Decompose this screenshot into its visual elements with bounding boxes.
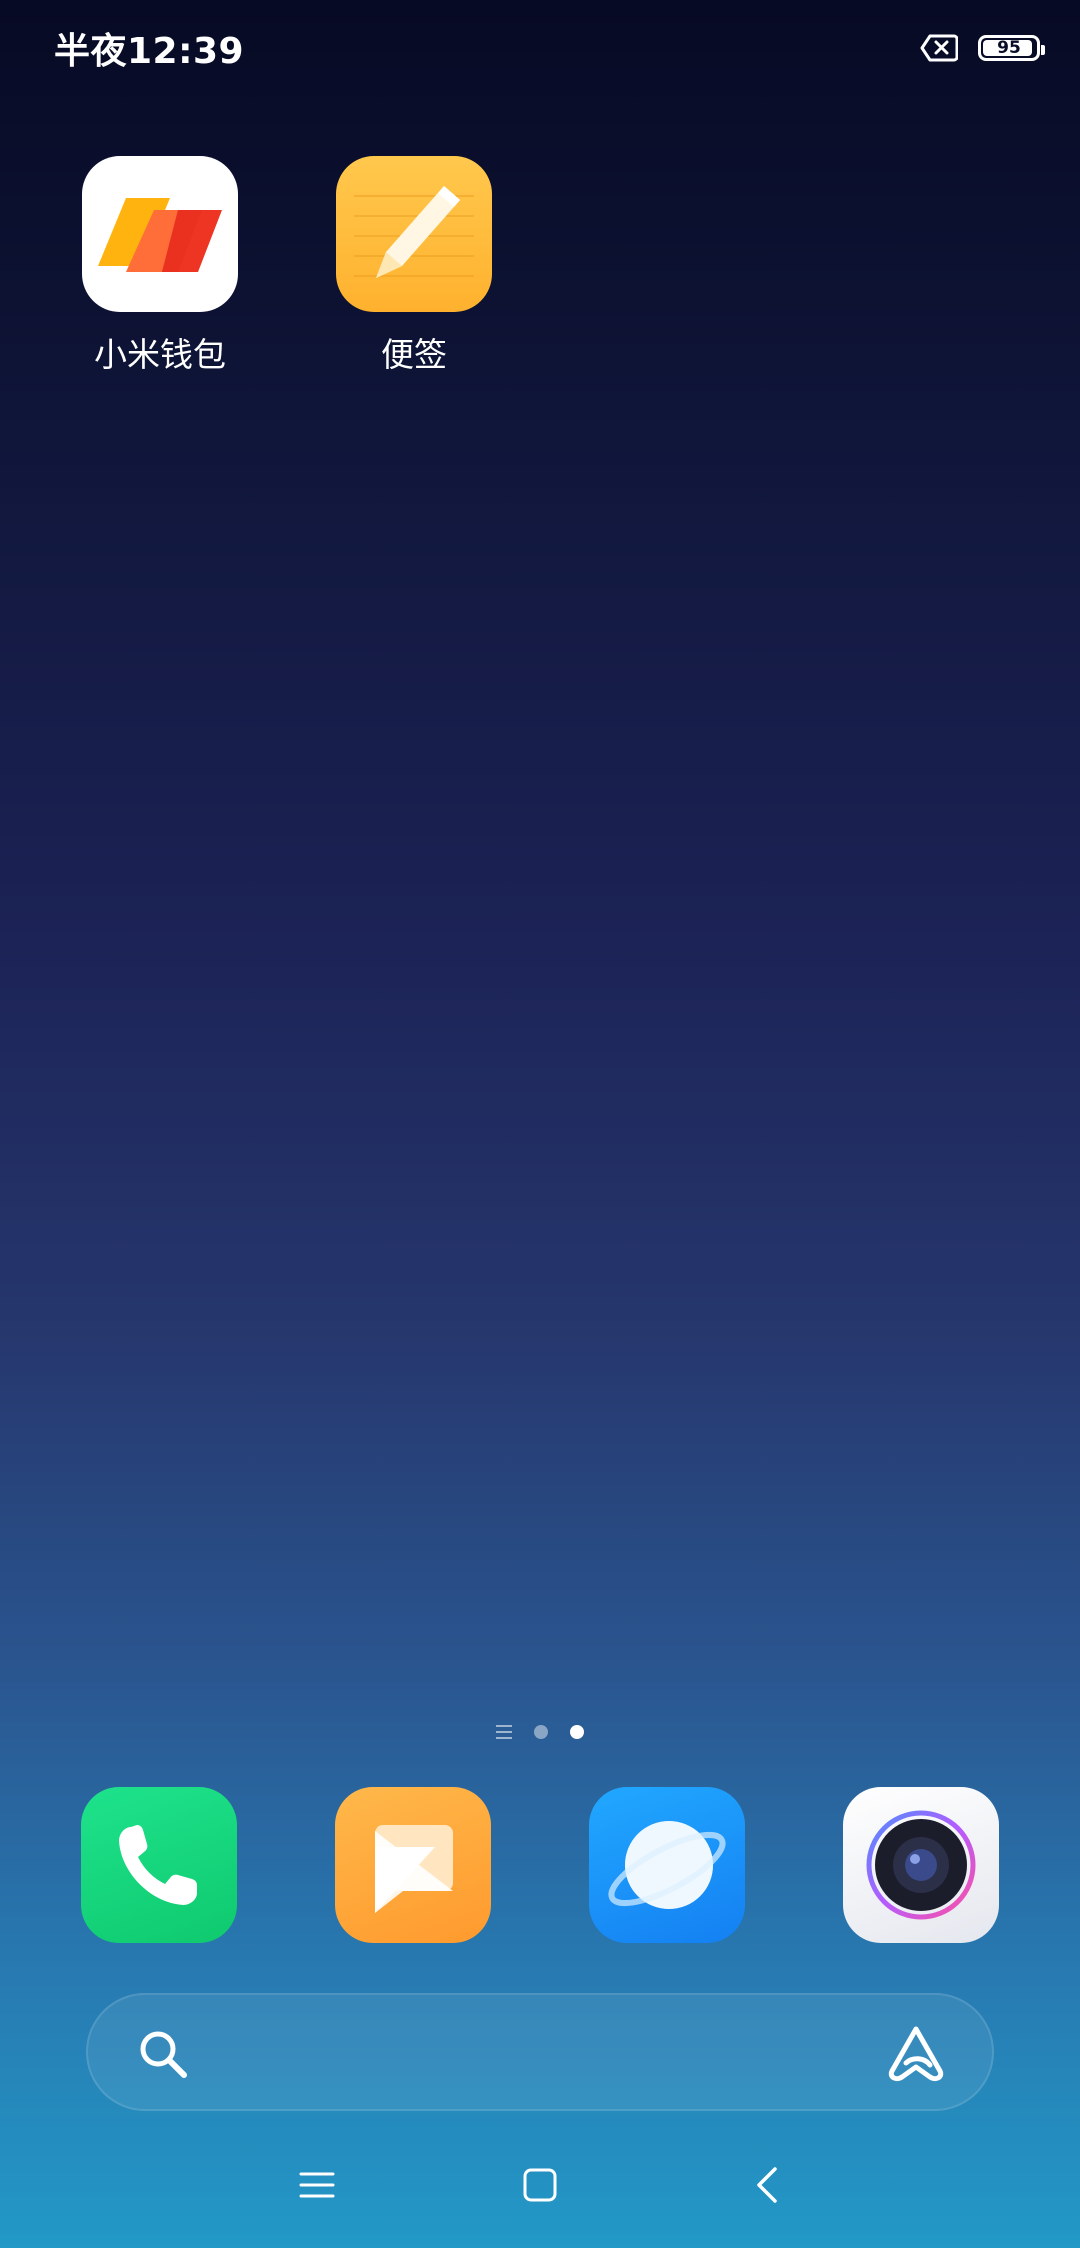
home-icon[interactable] (510, 2160, 570, 2210)
navigation-bar (0, 2150, 1080, 2220)
wallet-icon[interactable] (82, 156, 238, 312)
status-bar: 半夜12:39 95 (0, 0, 1080, 96)
app-wallet[interactable]: 小米钱包 (60, 156, 260, 376)
search-bar[interactable] (86, 1993, 994, 2111)
app-label: 便签 (381, 335, 447, 374)
page-dot[interactable] (534, 1725, 548, 1739)
app-notes[interactable]: 便签 (314, 156, 514, 376)
battery-percent: 95 (997, 38, 1021, 58)
browser-icon[interactable] (589, 1787, 745, 1943)
page-indicator[interactable] (0, 1725, 1080, 1739)
phone-icon[interactable] (81, 1787, 237, 1943)
menu-icon[interactable] (287, 2160, 347, 2210)
search-icon[interactable] (136, 2027, 190, 2085)
messages-icon[interactable] (335, 1787, 491, 1943)
app-label: 小米钱包 (94, 335, 226, 374)
page-dot-active[interactable] (570, 1725, 584, 1739)
notes-pencil-icon[interactable] (336, 156, 492, 312)
feed-page-icon[interactable] (496, 1725, 512, 1739)
status-icons: 95 (920, 30, 1045, 66)
assistant-icon[interactable] (884, 2023, 948, 2087)
camera-icon[interactable] (843, 1787, 999, 1943)
battery-indicator: 95 (978, 35, 1045, 61)
back-icon[interactable] (737, 2160, 797, 2210)
status-time: 半夜12:39 (54, 31, 245, 72)
no-sim-icon (920, 33, 958, 63)
